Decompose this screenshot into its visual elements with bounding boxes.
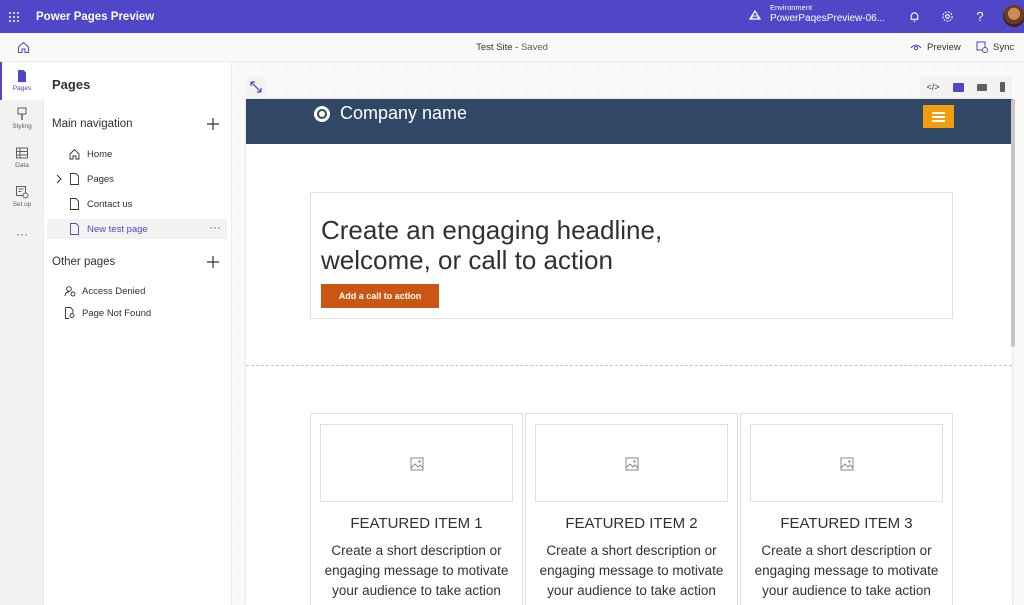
- other-item-page-not-found[interactable]: Page Not Found: [64, 307, 151, 319]
- tablet-view-icon[interactable]: [977, 83, 988, 91]
- more-options-icon[interactable]: ···: [209, 220, 221, 234]
- preview-button[interactable]: Preview: [910, 41, 961, 53]
- featured-item[interactable]: FEATURED ITEM 3 Create a short descripti…: [740, 413, 953, 605]
- environment-label: Environment: [770, 3, 813, 12]
- featured-item[interactable]: FEATURED ITEM 2 Create a short descripti…: [525, 413, 738, 605]
- home-icon: [69, 148, 80, 160]
- rail-label: Pages: [12, 85, 32, 92]
- featured-item-title: FEATURED ITEM 1: [350, 515, 483, 532]
- left-rail: Pages Styling Data Set up ···: [0, 62, 44, 605]
- page-icon: [70, 173, 79, 185]
- preview-label: Preview: [927, 41, 961, 53]
- company-name: Company name: [340, 103, 468, 123]
- featured-item-title: FEATURED ITEM 2: [565, 515, 698, 532]
- site-header[interactable]: Company name: [246, 99, 1012, 144]
- nav-item-label: Pages: [87, 174, 114, 185]
- sync-icon: [976, 41, 988, 53]
- add-main-nav-icon[interactable]: [206, 117, 220, 131]
- rail-label: Data: [15, 162, 29, 169]
- panel-title: Pages: [52, 77, 91, 92]
- page-icon: [18, 70, 26, 82]
- nav-item-pages[interactable]: Pages: [47, 169, 227, 189]
- person-lock-icon: [64, 286, 76, 297]
- nav-item-label: Home: [87, 149, 113, 160]
- add-other-page-icon[interactable]: [206, 255, 220, 269]
- nav-item-label: Contact us: [87, 199, 133, 210]
- main-navigation-title: Main navigation: [52, 118, 133, 130]
- image-placeholder[interactable]: [535, 424, 728, 502]
- app-title: Power Pages Preview: [36, 10, 155, 23]
- table-icon: [16, 147, 28, 159]
- nav-item-contact-us[interactable]: Contact us: [47, 194, 227, 214]
- image-icon: [410, 457, 424, 471]
- setup-icon: [16, 186, 29, 199]
- environment-name: PowerPaqesPreview-06...: [770, 13, 886, 24]
- rail-item-data[interactable]: Data: [0, 146, 44, 169]
- environment-picker[interactable]: Environment PowerPaqesPreview-06...: [748, 3, 885, 26]
- image-placeholder[interactable]: [320, 424, 513, 502]
- rail-item-setup[interactable]: Set up: [0, 185, 44, 208]
- rail-label: Styling: [12, 123, 32, 130]
- featured-item-description: Create a short description or engaging m…: [539, 543, 724, 598]
- other-item-label: Page Not Found: [82, 307, 152, 319]
- nav-item-label: New test page: [87, 224, 148, 235]
- featured-item[interactable]: FEATURED ITEM 1 Create a short descripti…: [310, 413, 523, 605]
- other-pages-title: Other pages: [52, 256, 116, 268]
- code-view-button[interactable]: </>: [927, 82, 940, 92]
- call-to-action-button[interactable]: Add a call to action: [321, 284, 439, 308]
- logo-icon: [314, 106, 330, 122]
- featured-item-description: Create a short description or engaging m…: [754, 543, 939, 598]
- featured-item-description: Create a short description or engaging m…: [324, 543, 509, 598]
- eye-icon: [910, 44, 922, 51]
- rail-label: Set up: [12, 201, 32, 208]
- save-status: Saved: [520, 42, 548, 53]
- other-item-access-denied[interactable]: Access Denied: [64, 285, 145, 297]
- page-search-icon: [65, 307, 75, 319]
- help-icon[interactable]: ?: [973, 9, 987, 24]
- pages-panel: Pages Main navigation Home Pages Contact…: [44, 62, 232, 605]
- mobile-view-icon[interactable]: [1000, 82, 1006, 92]
- gear-icon[interactable]: [940, 9, 954, 23]
- sync-button[interactable]: Sync: [976, 41, 1014, 53]
- other-item-label: Access Denied: [82, 285, 146, 297]
- canvas-scrollbar[interactable]: [1011, 99, 1015, 347]
- menu-icon[interactable]: [923, 105, 954, 128]
- device-toolbar: </>: [920, 76, 1012, 98]
- image-placeholder[interactable]: [750, 424, 943, 502]
- app-launcher-icon[interactable]: [0, 0, 28, 33]
- page-icon: [70, 223, 79, 235]
- desktop-view-icon[interactable]: [952, 82, 964, 92]
- hero-section[interactable]: Create an engaging headline, welcome, or…: [310, 192, 953, 319]
- more-icon[interactable]: ···: [0, 227, 44, 241]
- site-status: Test Site - Saved: [476, 42, 548, 53]
- featured-item-title: FEATURED ITEM 3: [780, 515, 913, 532]
- section-divider: [246, 365, 1012, 366]
- hero-title: Create an engaging headline, welcome, or…: [321, 215, 663, 275]
- image-icon: [840, 457, 854, 471]
- rail-item-pages[interactable]: Pages: [0, 62, 44, 100]
- avatar[interactable]: [1003, 5, 1024, 27]
- bell-icon[interactable]: [907, 9, 921, 23]
- page-icon: [70, 198, 79, 210]
- brush-icon: [17, 107, 27, 120]
- chevron-right-icon[interactable]: [55, 174, 63, 184]
- expand-icon[interactable]: [246, 77, 266, 97]
- site-name: Test Site: [476, 42, 513, 53]
- rail-item-styling[interactable]: Styling: [0, 107, 44, 130]
- sync-label: Sync: [993, 41, 1015, 53]
- nav-item-new-test-page[interactable]: New test page ···: [47, 219, 227, 239]
- environment-icon: [748, 9, 762, 20]
- design-canvas: </> Company name Create an engaging head…: [232, 62, 1024, 605]
- image-icon: [625, 457, 639, 471]
- nav-item-home[interactable]: Home: [47, 144, 227, 164]
- command-bar: Test Site - Saved Preview Sync: [0, 33, 1024, 62]
- top-bar: Power Pages Preview Environment PowerPaq…: [0, 0, 1024, 33]
- site-preview: Company name Create an engaging headline…: [246, 99, 1012, 605]
